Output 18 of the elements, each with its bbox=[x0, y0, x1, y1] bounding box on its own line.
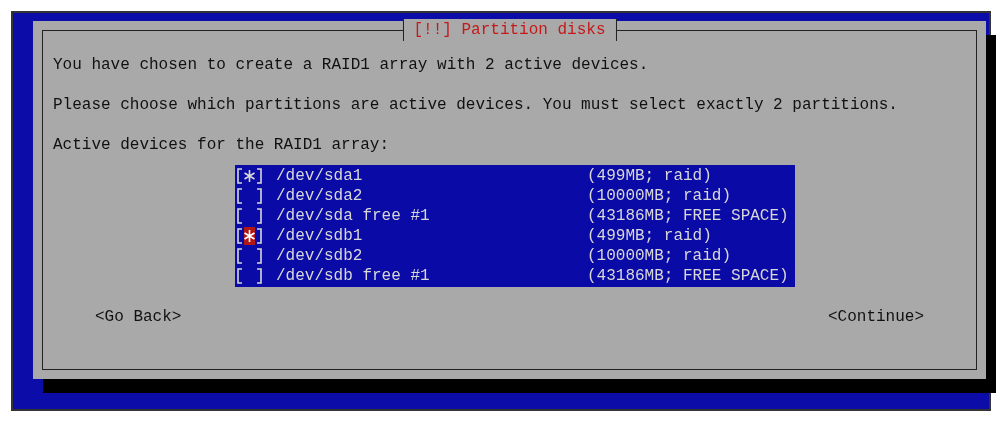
checkbox[interactable] bbox=[235, 207, 264, 225]
checkbox[interactable] bbox=[235, 247, 264, 265]
checkbox[interactable] bbox=[235, 167, 264, 185]
device-size: (10000MB; raid) bbox=[587, 186, 732, 207]
checkbox[interactable] bbox=[235, 267, 264, 285]
device-size: (43186MB; FREE SPACE) bbox=[587, 266, 789, 287]
checkbox[interactable] bbox=[235, 227, 264, 245]
device-size: (499MB; raid) bbox=[587, 166, 712, 187]
message-text: Active devices for the RAID1 array: bbox=[53, 135, 391, 155]
device-size: (10000MB; raid) bbox=[587, 246, 732, 267]
dialog-button[interactable]: <Continue> bbox=[828, 307, 924, 327]
message-text: Please choose which partitions are active devices. You must select exactly 2 partitions. bbox=[53, 95, 899, 115]
dialog-button[interactable]: <Go Back> bbox=[95, 307, 182, 327]
dialog-title: [!!] Partition disks bbox=[402, 19, 617, 41]
message-text: You have chosen to create a RAID1 array with 2 active devices. bbox=[53, 55, 650, 75]
device-size: (43186MB; FREE SPACE) bbox=[587, 206, 789, 227]
device-size: (499MB; raid) bbox=[587, 226, 712, 247]
checkbox[interactable] bbox=[235, 187, 264, 205]
